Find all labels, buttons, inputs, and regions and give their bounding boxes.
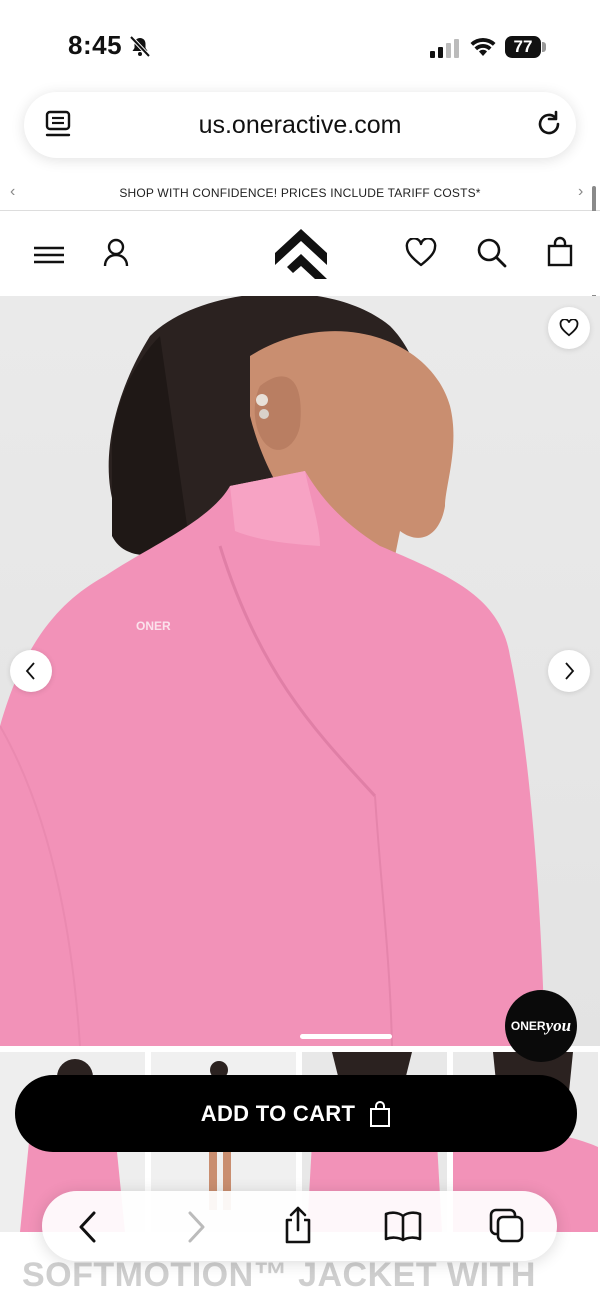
badge-suffix: you [545, 1016, 572, 1035]
account-icon[interactable] [101, 237, 131, 269]
forward-icon[interactable] [184, 1210, 208, 1244]
promo-next-arrow[interactable]: › [578, 183, 583, 201]
heart-icon [559, 319, 579, 337]
chevron-left-icon [25, 662, 35, 680]
status-time: 8:45 [68, 30, 123, 60]
product-photo: ONER [0, 296, 545, 1046]
chevron-right-icon [565, 662, 575, 680]
bookmarks-icon[interactable] [384, 1210, 422, 1242]
image-wishlist-button[interactable] [548, 307, 590, 349]
slide-indicator [300, 1034, 392, 1039]
wifi-icon [470, 37, 496, 56]
image-next-button[interactable] [548, 650, 590, 692]
badge-prefix: ONER [510, 1019, 546, 1033]
image-prev-button[interactable] [10, 650, 52, 692]
bell-muted-icon [129, 35, 151, 58]
cellular-signal-icon [430, 39, 459, 58]
product-image[interactable]: ONER [0, 296, 600, 1046]
oner-logo-icon[interactable] [273, 227, 329, 281]
add-to-cart-button[interactable]: ADD TO CART [15, 1075, 577, 1152]
url-text[interactable]: us.oneractive.com [0, 111, 600, 140]
cart-bag-icon [370, 1100, 391, 1127]
add-to-cart-label: ADD TO CART [200, 1100, 356, 1126]
menu-icon[interactable] [32, 240, 66, 270]
back-icon[interactable] [76, 1210, 100, 1244]
garment-logo-print: ONER [136, 619, 171, 633]
share-icon[interactable] [282, 1205, 314, 1245]
product-title: SOFTMOTION™ JACKET WITH [22, 1256, 536, 1294]
reload-icon[interactable] [534, 109, 564, 139]
oner-you-badge[interactable]: ONER you [505, 990, 577, 1062]
battery-indicator: 77 [505, 36, 541, 58]
bag-icon[interactable] [546, 236, 574, 268]
search-icon[interactable] [476, 237, 508, 269]
tabs-icon[interactable] [489, 1208, 525, 1244]
promo-text: SHOP WITH CONFIDENCE! PRICES INCLUDE TAR… [119, 186, 481, 200]
wishlist-icon[interactable] [405, 238, 437, 268]
battery-tip [542, 42, 546, 52]
